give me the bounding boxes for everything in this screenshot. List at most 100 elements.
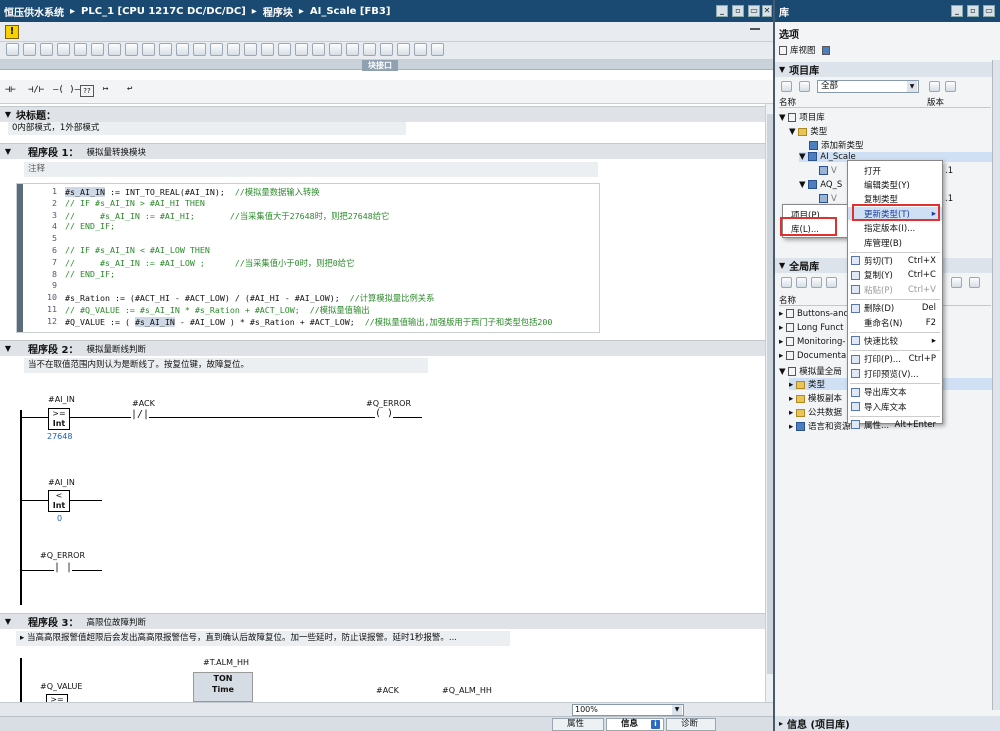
global-item[interactable]: ▼ 模拟量全局 [779, 365, 842, 377]
toolbar-paste-icon[interactable] [57, 43, 70, 56]
nc-contact[interactable]: |/| [131, 409, 150, 420]
toolbar-outdent-icon[interactable] [159, 43, 172, 56]
save-library-icon[interactable] [811, 277, 822, 288]
toolbar-monitor-icon[interactable] [227, 43, 240, 56]
import-icon[interactable] [945, 81, 956, 92]
toolbar-bookmark-prev-icon[interactable] [278, 43, 291, 56]
code-line[interactable]: #s_AI_IN := INT_TO_REAL(#AI_IN); //模拟量数据… [65, 186, 320, 198]
nc-contact-icon[interactable]: ⊣/⊢ [28, 85, 44, 95]
segment3-title[interactable]: 高限位故障判断 [86, 616, 146, 628]
compare-ge-box[interactable]: >= [46, 694, 68, 702]
minimize-button[interactable]: _ [716, 5, 728, 17]
segment2-title[interactable]: 模拟量断线判断 [86, 343, 146, 355]
compare-value[interactable]: 0 [57, 514, 62, 523]
code-line[interactable]: #s_Ration := (#ACT_HI - #ACT_LOW) / (#AI… [65, 292, 434, 304]
compare-lt-box[interactable]: < Int [48, 490, 70, 512]
toolbar-jump-icon[interactable] [329, 43, 342, 56]
side-tab-strip[interactable] [992, 60, 1000, 710]
toolbar-settings-icon[interactable] [431, 43, 444, 56]
ton-box[interactable]: TON Time [193, 672, 253, 702]
chevron-down-icon[interactable]: ▼ [672, 705, 682, 715]
collapse-arrow-icon[interactable]: ▼ [0, 110, 16, 119]
code-line[interactable]: // IF #s_AI_IN < #AI_LOW THEN [65, 245, 210, 255]
chevron-down-icon[interactable]: ▼ [907, 81, 917, 92]
menu-item-assign-version[interactable]: 指定版本(I)... [848, 222, 942, 235]
toolbar-glasses-icon[interactable] [414, 43, 427, 56]
q-error-operand[interactable]: #Q_ERROR [40, 551, 85, 560]
toolbar-delete-icon[interactable] [23, 43, 36, 56]
export-icon[interactable] [929, 81, 940, 92]
tree-item-project-library[interactable]: ▼ 项目库 [779, 111, 825, 123]
toolbar-indent-icon[interactable] [142, 43, 155, 56]
toolbar-compare-icon[interactable] [363, 43, 376, 56]
collapse-icon[interactable] [750, 28, 760, 30]
global-item[interactable]: ▸ 语言和资源 [789, 420, 850, 432]
expand-arrow-icon[interactable]: ▸ [779, 719, 783, 728]
collapse-arrow-icon[interactable]: ▼ [0, 147, 16, 156]
global-item[interactable]: ▸ Long Funct [779, 323, 843, 333]
open-library-icon[interactable] [796, 277, 807, 288]
toolbar-call-icon[interactable] [346, 43, 359, 56]
tree-item-aq-scale[interactable]: ▼ AQ_S [799, 180, 842, 190]
menu-item-print-preview[interactable]: 打印预览(V)... [848, 367, 942, 380]
toolbar-search-icon[interactable] [312, 43, 325, 56]
compare-value[interactable]: 27648 [47, 432, 72, 441]
timer-operand[interactable]: #T.ALM_HH [203, 658, 249, 667]
library-tool-icon[interactable] [951, 277, 962, 288]
toolbar-insert-network-icon[interactable] [91, 43, 104, 56]
collapse-arrow-icon[interactable]: ▼ [779, 65, 785, 74]
toolbar-bookmark-next-icon[interactable] [261, 43, 274, 56]
q-alm-hh-operand[interactable]: #Q_ALM_HH [442, 686, 492, 695]
no-contact[interactable]: | | [54, 562, 73, 573]
open-library-icon[interactable] [781, 81, 792, 92]
toolbar-copy-icon[interactable] [40, 43, 53, 56]
project-library-header[interactable]: ▼ 项目库 [775, 62, 993, 77]
global-item[interactable]: ▸ 公共数据 [789, 406, 842, 418]
tab-info[interactable]: 信息 i [606, 718, 664, 731]
code-line[interactable]: #Q_VALUE := ( #s_AI_IN - #AI_LOW ) * #s_… [65, 316, 552, 328]
coil-icon[interactable]: –( )– [53, 85, 80, 95]
segment3-comment[interactable]: ▸ 当高高限报警值超限后会发出高高限报警信号，直到确认后故障复位。加一些延时，防… [16, 631, 510, 646]
library-info-header[interactable]: ▸ 信息 (项目库) [775, 716, 1000, 731]
menu-item-library-management[interactable]: 库管理(B) [848, 236, 942, 249]
empty-box-icon[interactable]: ?? [80, 85, 94, 97]
scl-editor[interactable]: 1 #s_AI_IN := INT_TO_REAL(#AI_IN); //模拟量数… [16, 183, 600, 333]
global-item[interactable]: ▸ Documenta [779, 351, 846, 361]
no-contact-icon[interactable]: ⊣⊢ [5, 85, 16, 95]
toolbar-force-icon[interactable] [397, 43, 410, 56]
new-library-icon[interactable] [781, 277, 792, 288]
menu-item-edit-type[interactable]: 编辑类型(Y) [848, 178, 942, 191]
tree-item-version[interactable]: V [819, 166, 837, 176]
menu-item-cut[interactable]: 剪切(T) Ctrl+X [848, 254, 942, 267]
segment3-header[interactable]: ▼ 程序段 3： 高限位故障判断 [0, 613, 765, 629]
open-branch-icon[interactable]: ↦ [103, 84, 108, 94]
warning-icon[interactable]: ! [5, 25, 19, 39]
ack-operand[interactable]: #ACK [376, 686, 399, 695]
menu-item-print[interactable]: 打印(P)... Ctrl+P [848, 353, 942, 366]
code-line[interactable]: // END_IF; [65, 269, 115, 279]
restore-button[interactable]: ▫ [967, 5, 979, 17]
menu-item-import-library-text[interactable]: 导入库文本 [848, 400, 942, 413]
toolbar-bookmark-icon[interactable] [244, 43, 257, 56]
block-comment[interactable]: 0内部模式，1外部模式 [8, 122, 406, 135]
menu-item-delete[interactable]: 删除(D) Del [848, 302, 942, 315]
menu-item-paste[interactable]: 粘贴(P) Ctrl+V [848, 283, 942, 296]
editor-scrollbar[interactable] [765, 104, 773, 702]
segment2-comment[interactable]: 当不在取值范围内则认为是断线了。按复位键，故障复位。 [24, 358, 428, 373]
ai-in-operand[interactable]: #AI_IN [48, 478, 75, 487]
q-value-operand[interactable]: #Q_VALUE [40, 682, 82, 691]
global-item[interactable]: ▸ 模板副本 [789, 392, 842, 404]
menu-item-export-library-text[interactable]: 导出库文本 [848, 386, 942, 399]
collapse-arrow-icon[interactable]: ▼ [779, 261, 785, 270]
code-line[interactable]: // END_IF; [65, 221, 115, 231]
toolbar-network-icon[interactable] [74, 43, 87, 56]
toolbar-goto-icon[interactable] [295, 43, 308, 56]
toolbar-watch-icon[interactable] [380, 43, 393, 56]
tree-item-add-type[interactable]: 添加新类型 [809, 139, 864, 151]
maximize-button[interactable]: ▭ [748, 5, 760, 17]
segment1-header[interactable]: ▼ 程序段 1： 模拟量转换模块 [0, 143, 765, 159]
list-view-icon[interactable] [798, 81, 810, 92]
code-line[interactable]: // IF #s_AI_IN > #AI_HI THEN [65, 198, 205, 208]
maximize-button[interactable]: ▭ [983, 5, 995, 17]
toolbar-highlight-icon[interactable] [210, 43, 223, 56]
